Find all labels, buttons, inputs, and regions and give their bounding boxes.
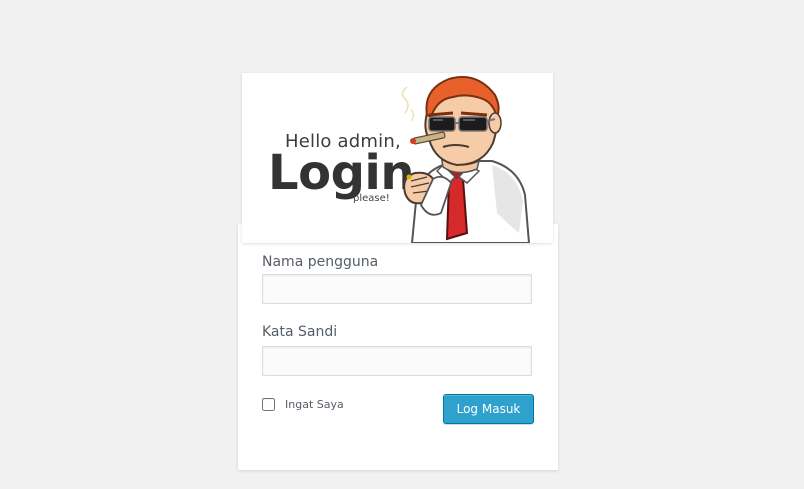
username-label: Nama pengguna: [262, 254, 379, 270]
remember-me-label: Ingat Saya: [285, 398, 344, 411]
login-form: Nama pengguna Kata Sandi Ingat Saya Log …: [238, 224, 558, 470]
log-in-button[interactable]: Log Masuk: [443, 394, 534, 424]
mascot-bouncer-icon: [401, 76, 531, 243]
remember-me-checkbox[interactable]: [262, 398, 275, 411]
username-field[interactable]: [262, 274, 532, 304]
logo-please-text: please!: [353, 193, 390, 204]
password-label: Kata Sandi: [262, 324, 338, 340]
logo-login-text: Login: [268, 145, 415, 201]
login-page: Hello admin, Login please! Nama pengguna…: [0, 0, 804, 489]
login-logo[interactable]: Hello admin, Login please!: [242, 73, 553, 243]
remember-me[interactable]: Ingat Saya: [262, 398, 344, 411]
password-field[interactable]: [262, 346, 532, 376]
